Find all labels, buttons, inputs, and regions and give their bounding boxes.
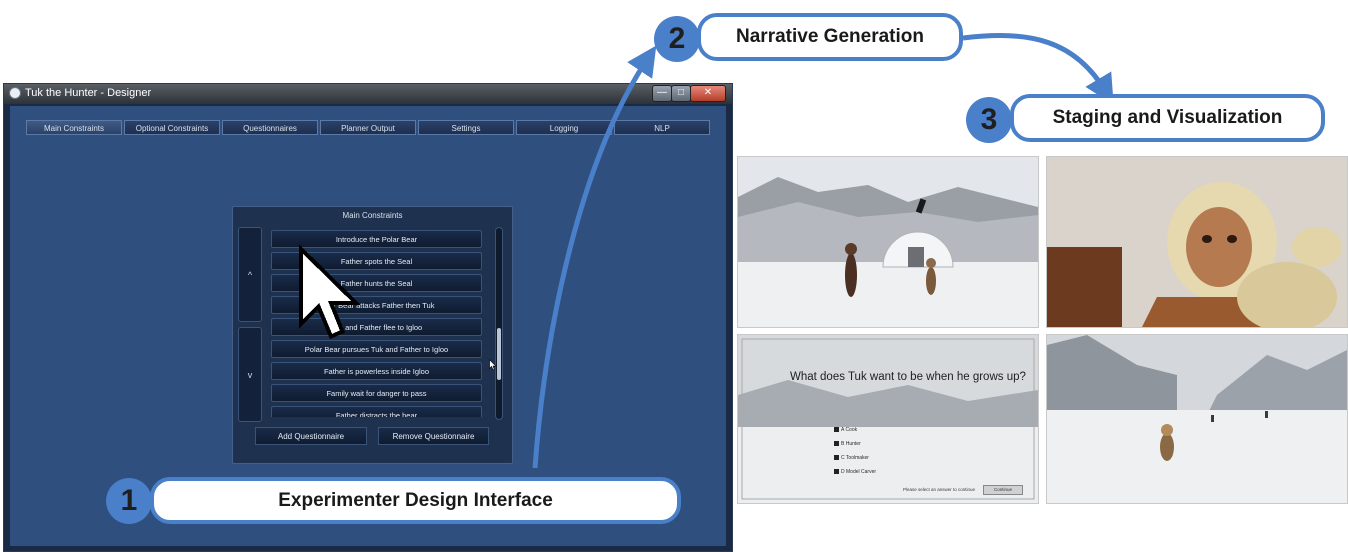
mouse-pointer-icon [299, 244, 361, 340]
step-1-badge: 1 [106, 478, 152, 524]
flow-arrows [532, 33, 1114, 469]
step-2-label: Narrative Generation [697, 13, 963, 61]
step-1-label: Experimenter Design Interface [150, 477, 681, 524]
step-2-badge: 2 [654, 16, 700, 62]
arrow-2-to-3 [962, 33, 1114, 105]
step-3-label: Staging and Visualization [1010, 94, 1325, 142]
mouse-cursor-icon [489, 359, 497, 371]
arrow-1-to-2 [532, 45, 657, 469]
step-3-badge: 3 [966, 97, 1012, 143]
